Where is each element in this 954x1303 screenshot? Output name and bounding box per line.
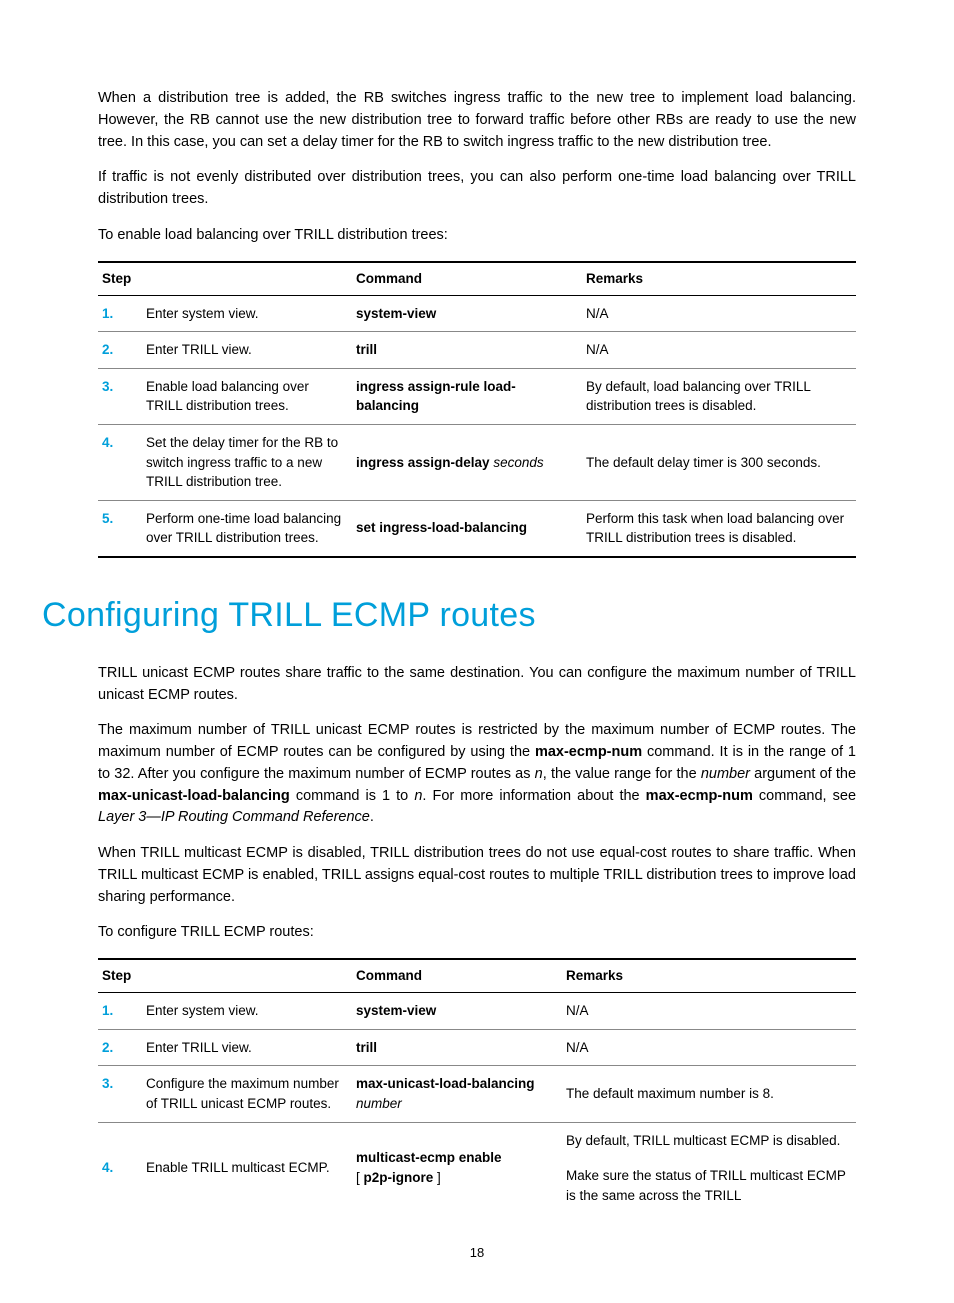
paragraph: To enable load balancing over TRILL dist…: [98, 225, 856, 247]
command-cell: multicast-ecmp enable [ p2p-ignore ]: [352, 1122, 562, 1213]
remarks-cell: By default, TRILL multicast ECMP is disa…: [562, 1122, 856, 1158]
table-row: 2. Enter TRILL view. trill N/A: [98, 332, 856, 369]
table-row: 4. Enable TRILL multicast ECMP. multicas…: [98, 1122, 856, 1158]
command-cell: system-view: [352, 295, 582, 332]
remarks-cell: By default, load balancing over TRILL di…: [582, 368, 856, 424]
command-cell: max-unicast-load-balancingnumber: [352, 1066, 562, 1122]
command-cell: trill: [352, 1029, 562, 1066]
th-remarks: Remarks: [582, 262, 856, 296]
table-row: 1. Enter system view. system-view N/A: [98, 993, 856, 1030]
step-number: 3.: [98, 1066, 142, 1122]
table-load-balancing: Step Command Remarks 1. Enter system vie…: [98, 261, 856, 558]
step-text: Enable load balancing over TRILL distrib…: [142, 368, 352, 424]
th-remarks: Remarks: [562, 959, 856, 993]
th-command: Command: [352, 959, 562, 993]
page-number: 18: [98, 1243, 856, 1263]
table-row: 1. Enter system view. system-view N/A: [98, 295, 856, 332]
paragraph: To configure TRILL ECMP routes:: [98, 922, 856, 944]
remarks-cell: N/A: [562, 993, 856, 1030]
remarks-cell: N/A: [582, 295, 856, 332]
step-text: Set the delay timer for the RB to switch…: [142, 425, 352, 501]
step-text: Enter system view.: [142, 295, 352, 332]
paragraph: When TRILL multicast ECMP is disabled, T…: [98, 843, 856, 908]
table-row: 4. Set the delay timer for the RB to swi…: [98, 425, 856, 501]
table-row: 5. Perform one-time load balancing over …: [98, 500, 856, 557]
remarks-cell: The default maximum number is 8.: [562, 1066, 856, 1122]
step-number: 2.: [98, 332, 142, 369]
command-cell: ingress assign-rule load-balancing: [352, 368, 582, 424]
step-text: Enter TRILL view.: [142, 332, 352, 369]
section-heading: Configuring TRILL ECMP routes: [42, 590, 856, 641]
step-number: 4.: [98, 1122, 142, 1213]
step-number: 2.: [98, 1029, 142, 1066]
remarks-cell: Make sure the status of TRILL multicast …: [562, 1158, 856, 1213]
step-text: Configure the maximum number of TRILL un…: [142, 1066, 352, 1122]
remarks-cell: The default delay timer is 300 seconds.: [582, 425, 856, 501]
command-cell: trill: [352, 332, 582, 369]
step-number: 4.: [98, 425, 142, 501]
step-number: 5.: [98, 500, 142, 557]
paragraph: TRILL unicast ECMP routes share traffic …: [98, 663, 856, 707]
command-cell: set ingress-load-balancing: [352, 500, 582, 557]
th-command: Command: [352, 262, 582, 296]
step-text: Enable TRILL multicast ECMP.: [142, 1122, 352, 1213]
step-text: Enter TRILL view.: [142, 1029, 352, 1066]
command-cell: system-view: [352, 993, 562, 1030]
step-number: 1.: [98, 993, 142, 1030]
table-row: 3. Enable load balancing over TRILL dist…: [98, 368, 856, 424]
step-number: 3.: [98, 368, 142, 424]
remarks-cell: N/A: [562, 1029, 856, 1066]
th-step: Step: [98, 262, 352, 296]
paragraph: If traffic is not evenly distributed ove…: [98, 167, 856, 211]
paragraph: The maximum number of TRILL unicast ECMP…: [98, 720, 856, 829]
command-cell: ingress assign-delay seconds: [352, 425, 582, 501]
step-number: 1.: [98, 295, 142, 332]
step-text: Perform one-time load balancing over TRI…: [142, 500, 352, 557]
remarks-cell: N/A: [582, 332, 856, 369]
table-row: 2. Enter TRILL view. trill N/A: [98, 1029, 856, 1066]
paragraph: When a distribution tree is added, the R…: [98, 88, 856, 153]
remarks-cell: Perform this task when load balancing ov…: [582, 500, 856, 557]
table-ecmp-routes: Step Command Remarks 1. Enter system vie…: [98, 958, 856, 1213]
table-row: 3. Configure the maximum number of TRILL…: [98, 1066, 856, 1122]
th-step: Step: [98, 959, 352, 993]
step-text: Enter system view.: [142, 993, 352, 1030]
